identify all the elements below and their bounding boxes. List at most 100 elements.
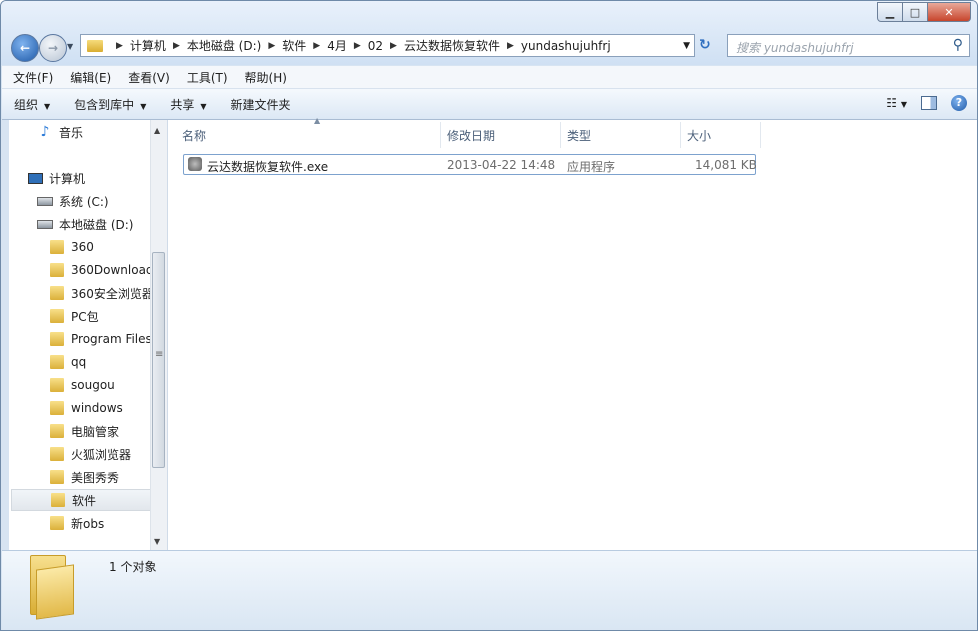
- menu-help[interactable]: 帮助(H): [234, 69, 293, 86]
- sidebar-item-label: 电脑管家: [71, 424, 120, 439]
- exe-icon: [188, 157, 202, 171]
- column-header-name[interactable]: ▲ 名称: [176, 116, 441, 148]
- menu-edit[interactable]: 编辑(E): [59, 69, 117, 86]
- menu-tools[interactable]: 工具(T): [176, 69, 234, 86]
- explorer-window: ▁ □ ✕ ← → ▼ ▶ 计算机 ▶ 本地磁盘 (D:) ▶ 软件 ▶ 4月 …: [0, 0, 978, 631]
- breadcrumb-item[interactable]: 4月: [327, 37, 347, 54]
- chevron-right-icon[interactable]: ▶: [116, 41, 123, 51]
- column-header-type[interactable]: 类型: [561, 122, 681, 148]
- chevron-right-icon[interactable]: ▶: [507, 41, 514, 51]
- search-placeholder: 搜索 yundashujuhfrj: [736, 41, 854, 55]
- view-controls: ☷ ▼ ?: [886, 95, 967, 111]
- share-button[interactable]: 共享 ▼: [158, 96, 218, 113]
- menu-view[interactable]: 查看(V): [117, 69, 176, 86]
- sidebar-item-music[interactable]: ♪ 音乐: [37, 121, 167, 143]
- maximize-button[interactable]: □: [903, 2, 928, 22]
- forward-button[interactable]: →: [39, 34, 67, 62]
- details-pane: 1 个对象: [2, 550, 977, 630]
- refresh-button[interactable]: ↻: [699, 37, 719, 55]
- change-view-button[interactable]: ☷ ▼: [886, 96, 907, 110]
- breadcrumb-item[interactable]: 软件: [282, 37, 306, 54]
- item-count: 1 个对象: [109, 560, 157, 574]
- chevron-down-icon: ▼: [44, 101, 51, 111]
- share-label: 共享: [170, 97, 195, 112]
- scroll-up-icon[interactable]: ▲: [154, 126, 160, 135]
- sidebar-scrollbar[interactable]: ▲ ▼: [150, 120, 167, 550]
- scroll-down-icon[interactable]: ▼: [154, 537, 160, 546]
- breadcrumb-item[interactable]: 计算机: [130, 37, 166, 54]
- organize-label: 组织: [14, 97, 39, 112]
- file-row[interactable]: 云达数据恢复软件.exe 2013-04-22 14:48 应用程序 14,08…: [183, 154, 757, 175]
- menu-bar: 文件(F) 编辑(E) 查看(V) 工具(T) 帮助(H): [2, 66, 977, 89]
- folder-icon: [50, 332, 64, 346]
- folder-icon: [50, 516, 64, 530]
- search-input[interactable]: 搜索 yundashujuhfrj ⚲: [727, 34, 970, 57]
- breadcrumb-item[interactable]: 02: [368, 39, 383, 53]
- file-list: ▲ 名称 修改日期 类型 大小 云达数据恢复软件.exe 2013-04-22 …: [168, 116, 977, 550]
- chevron-right-icon[interactable]: ▶: [268, 41, 275, 51]
- sidebar-item-label: 软件: [72, 493, 97, 508]
- sidebar-item-label: windows: [71, 401, 123, 415]
- include-library-button[interactable]: 包含到库中 ▼: [62, 96, 158, 113]
- chevron-right-icon[interactable]: ▶: [354, 41, 361, 51]
- sidebar-item-label: 新obs: [71, 516, 105, 531]
- chevron-right-icon[interactable]: ▶: [390, 41, 397, 51]
- file-name: 云达数据恢复软件.exe: [207, 160, 329, 174]
- chevron-down-icon[interactable]: ▼: [683, 41, 690, 51]
- breadcrumb-item[interactable]: 云达数据恢复软件: [404, 37, 500, 54]
- column-header-modified[interactable]: 修改日期: [441, 122, 561, 148]
- breadcrumb: ▶ 计算机 ▶ 本地磁盘 (D:) ▶ 软件 ▶ 4月 ▶ 02 ▶ 云达数据恢…: [109, 37, 611, 54]
- column-header-size[interactable]: 大小: [681, 122, 761, 148]
- minimize-button[interactable]: ▁: [877, 2, 903, 22]
- sidebar-item-label: 火狐浏览器: [71, 447, 132, 462]
- sidebar-item-drive-c[interactable]: 系统 (C:): [37, 190, 167, 212]
- help-icon[interactable]: ?: [951, 95, 967, 111]
- new-folder-button[interactable]: 新建文件夹: [219, 96, 303, 113]
- folder-icon: [50, 263, 64, 277]
- sidebar-item-label: 计算机: [49, 171, 86, 186]
- music-icon: ♪: [40, 124, 50, 140]
- include-library-label: 包含到库中: [74, 97, 135, 112]
- sidebar-item-software-selected[interactable]: 软件: [11, 489, 151, 511]
- close-button[interactable]: ✕: [928, 2, 971, 22]
- column-label: 类型: [567, 128, 592, 143]
- sidebar-item-label: 360: [71, 240, 94, 254]
- chevron-down-icon: ▼: [200, 101, 207, 111]
- drive-icon: [37, 216, 53, 232]
- preview-pane-icon[interactable]: [921, 96, 937, 110]
- folder-icon: [50, 447, 64, 461]
- sidebar-item-label: qq: [71, 355, 87, 369]
- back-button[interactable]: ←: [11, 34, 39, 62]
- sidebar-item-label: Program Files: [71, 332, 152, 346]
- sidebar-item-label: sougou: [71, 378, 115, 392]
- scrollbar-thumb[interactable]: [152, 252, 165, 468]
- folder-icon: [50, 470, 64, 484]
- command-bar: 组织 ▼ 包含到库中 ▼ 共享 ▼ 新建文件夹 ☷ ▼ ?: [2, 89, 977, 120]
- folder-icon: [30, 555, 76, 620]
- sidebar-item-computer[interactable]: 计算机: [27, 167, 167, 189]
- folder-icon: [50, 378, 64, 392]
- sidebar-item-label: 音乐: [59, 125, 84, 140]
- folder-icon: [50, 424, 64, 438]
- breadcrumb-item[interactable]: yundashujuhfrj: [521, 39, 611, 53]
- breadcrumb-item[interactable]: 本地磁盘 (D:): [187, 37, 261, 54]
- address-bar[interactable]: ▶ 计算机 ▶ 本地磁盘 (D:) ▶ 软件 ▶ 4月 ▶ 02 ▶ 云达数据恢…: [80, 34, 695, 57]
- sort-ascending-icon: ▲: [314, 116, 321, 125]
- sidebar-item-label: 360安全浏览器: [71, 286, 154, 301]
- navigation-row: ← → ▼ ▶ 计算机 ▶ 本地磁盘 (D:) ▶ 软件 ▶ 4月 ▶ 02 ▶…: [1, 33, 977, 62]
- organize-button[interactable]: 组织 ▼: [2, 96, 62, 113]
- sidebar-item-label: 美图秀秀: [71, 470, 120, 485]
- folder-front-shape: [36, 564, 74, 620]
- folder-icon: [51, 493, 65, 507]
- recent-pages-dropdown[interactable]: ▼: [67, 42, 73, 51]
- column-label: 修改日期: [447, 128, 496, 143]
- sidebar-item-label: 系统 (C:): [59, 194, 109, 209]
- new-folder-label: 新建文件夹: [230, 97, 291, 112]
- sidebar-item-drive-d[interactable]: 本地磁盘 (D:): [37, 213, 167, 235]
- chevron-right-icon[interactable]: ▶: [313, 41, 320, 51]
- chevron-right-icon[interactable]: ▶: [173, 41, 180, 51]
- column-label: 大小: [687, 128, 712, 143]
- menu-file[interactable]: 文件(F): [2, 69, 59, 86]
- file-size: 14,081 KB: [695, 158, 757, 172]
- search-icon[interactable]: ⚲: [953, 37, 963, 53]
